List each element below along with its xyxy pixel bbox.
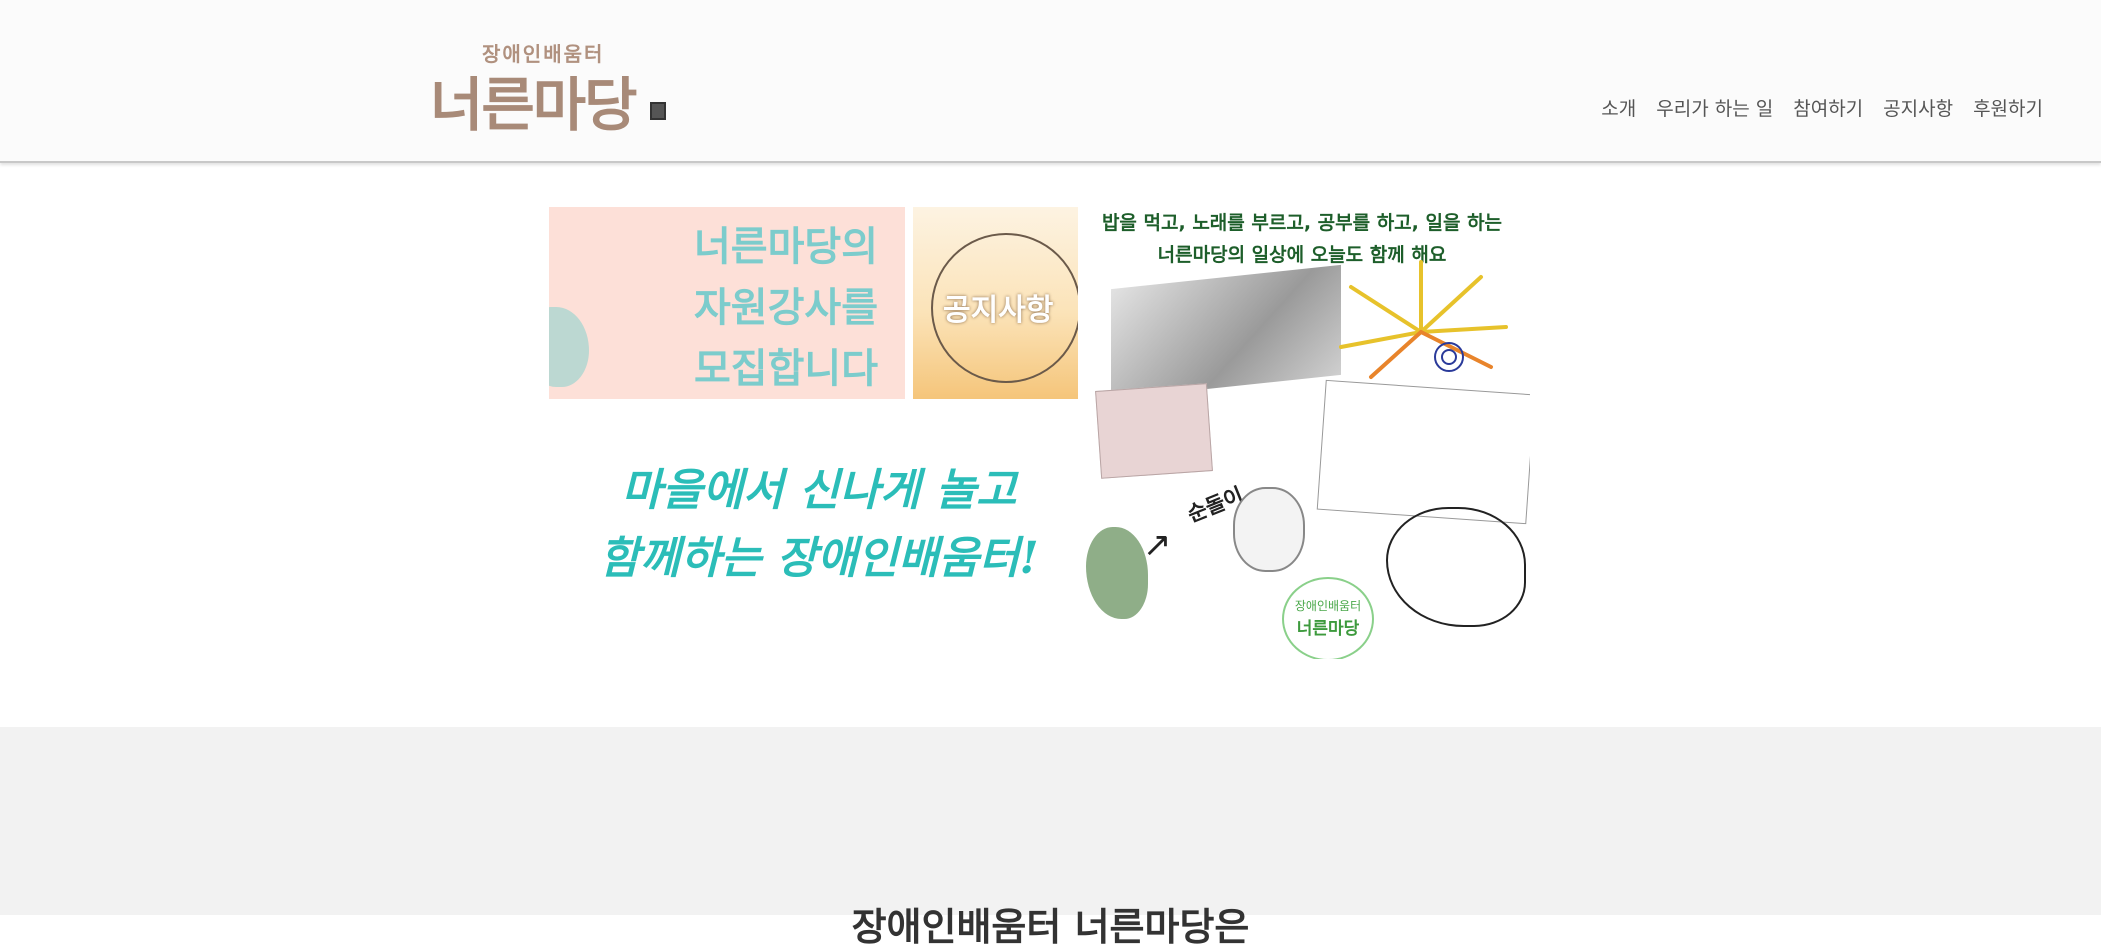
nav-item-participate[interactable]: 참여하기 [1793,94,1863,121]
intro-section [0,727,2101,915]
dog-drawing [1233,487,1305,572]
nav-item-donate[interactable]: 후원하기 [1973,94,2043,121]
notice-card[interactable]: 공지사항 [913,207,1078,399]
recruit-line-3: 모집합니다 [694,346,878,392]
recruit-decoration [549,307,589,387]
worksheet-drawing [1316,379,1530,525]
main-banner: 너른마당의 자원강사를 모집합니다 공지사항 마을에서 신나게 놀고 함께하는 … [549,207,1530,659]
arrow-icon: ↗ [1143,525,1172,565]
stamp-subtitle: 장애인배움터 [1294,599,1362,613]
site-logo[interactable]: 장애인배움터 너른마당 [430,38,670,139]
hand-drawing [1386,507,1526,627]
recruit-line-2: 자원강사를 [694,285,878,331]
nav-item-notices[interactable]: 공지사항 [1883,94,1953,121]
class-photo [1111,264,1341,400]
recruit-text: 너른마당의 자원강사를 모집합니다 [694,217,878,399]
painted-rock-drawing [1086,527,1148,619]
tagline-line-1: 마을에서 신나게 놀고 [621,465,1017,516]
daily-life-collage: 밥을 먹고, 노래를 부르고, 공부를 하고, 일을 하는 너른마당의 일상에 … [1086,207,1530,659]
main-nav: 소개 우리가 하는 일 참여하기 공지사항 후원하기 [1601,94,2043,121]
intro-section-title: 장애인배움터 너른마당은 [851,905,1250,949]
collage-caption-line-1: 밥을 먹고, 노래를 부르고, 공부를 하고, 일을 하는 [1101,212,1503,234]
logo-title: 너른마당 [430,71,637,139]
recruit-line-1: 너른마당의 [694,224,878,270]
tagline-line-2: 함께하는 장애인배움터! [599,533,1039,584]
logo-seal-icon [650,102,666,120]
notice-card-label: 공지사항 [943,293,1054,328]
banner-tagline: 마을에서 신나게 놀고 함께하는 장애인배움터! [559,457,1079,593]
site-header: 장애인배움터 너른마당 소개 우리가 하는 일 참여하기 공지사항 후원하기 [0,0,2101,163]
pink-note-drawing [1095,383,1213,479]
nav-item-our-work[interactable]: 우리가 하는 일 [1656,94,1773,121]
volunteer-recruit-card[interactable]: 너른마당의 자원강사를 모집합니다 [549,207,905,399]
nav-item-about[interactable]: 소개 [1601,94,1636,121]
stamp-logo: 장애인배움터 너른마당 [1282,577,1374,659]
stamp-title: 너른마당 [1296,619,1360,639]
